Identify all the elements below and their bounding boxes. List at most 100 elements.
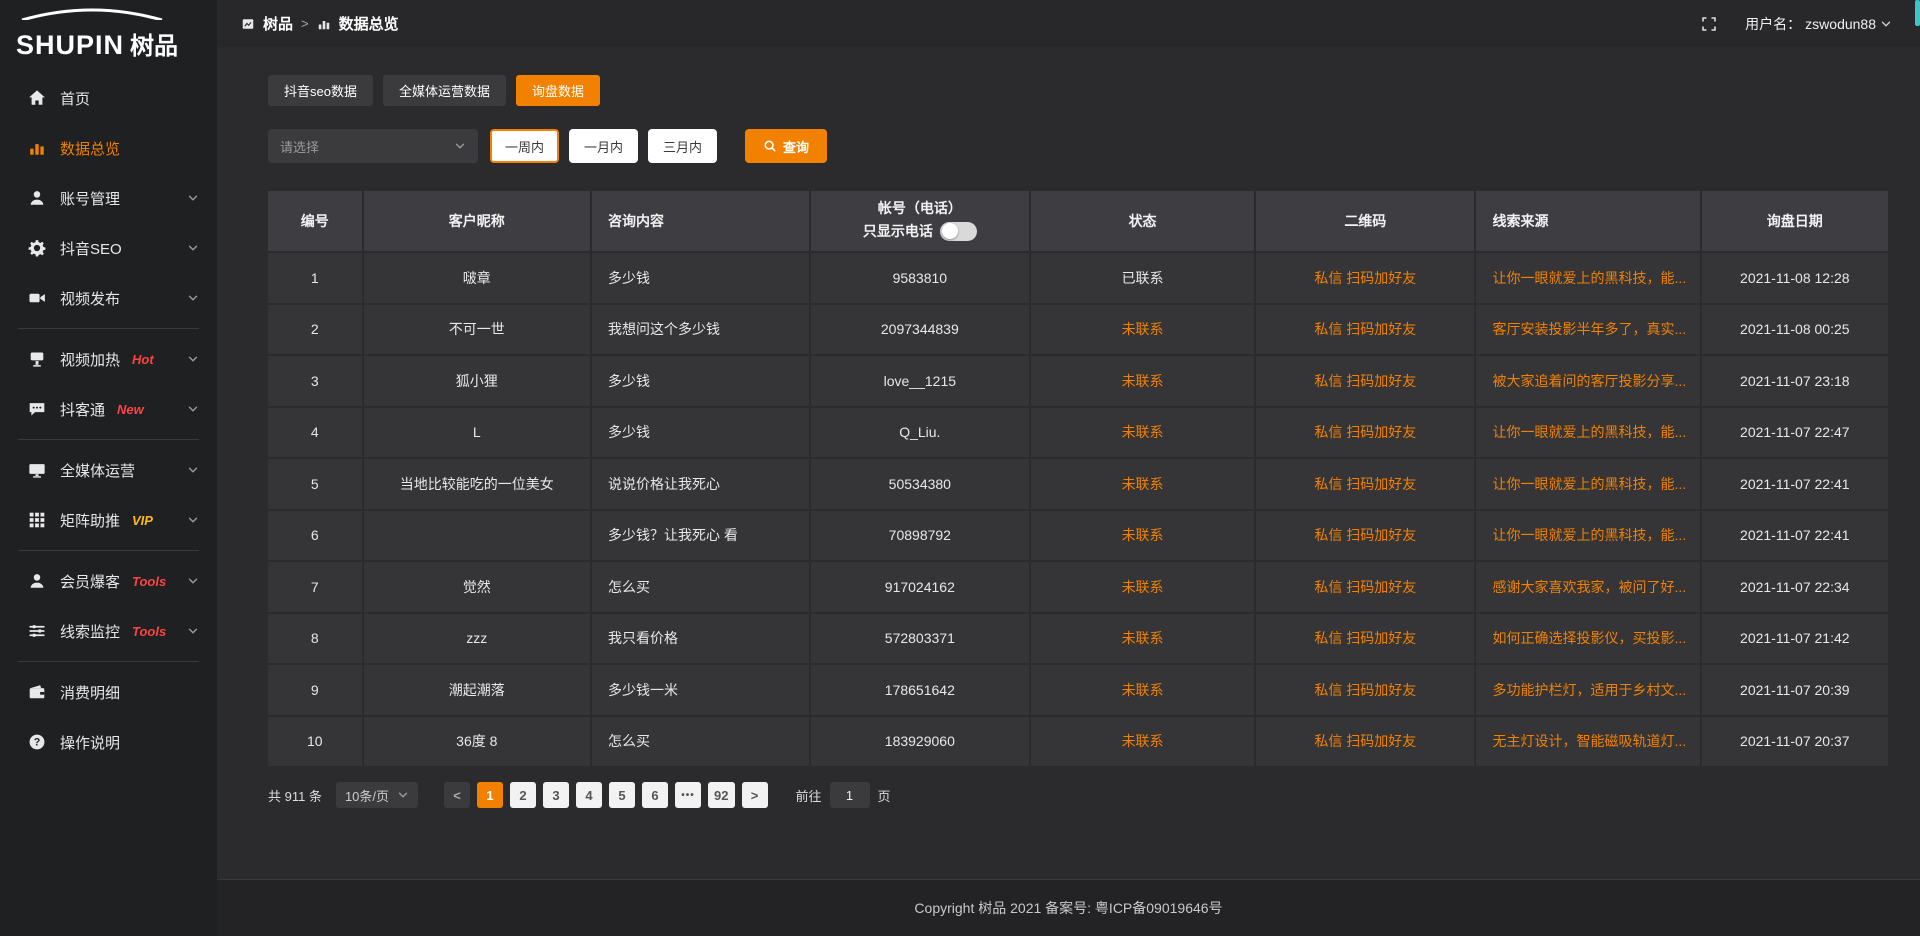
qr-cell[interactable]: 私信 扫码加好友 [1256, 614, 1476, 664]
sliders-icon [28, 622, 46, 640]
page-button-4[interactable]: 4 [576, 782, 602, 808]
qr-cell[interactable]: 私信 扫码加好友 [1256, 356, 1476, 406]
filter-select-placeholder: 请选择 [280, 137, 319, 156]
page-button-1[interactable]: 1 [477, 782, 503, 808]
qr-cell[interactable]: 私信 扫码加好友 [1256, 459, 1476, 509]
tab-omnimedia-data[interactable]: 全媒体运营数据 [383, 75, 506, 106]
source-cell[interactable]: 被大家追着问的客厅投影分享... [1476, 356, 1701, 406]
column-header: 状态 [1031, 191, 1256, 251]
source-cell[interactable]: 让你一眼就爱上的黑科技，能... [1476, 511, 1701, 561]
query-button[interactable]: 查询 [745, 129, 827, 163]
source-cell[interactable]: 客厅安装投影半年多了，真实... [1476, 305, 1701, 355]
content-cell: 我想问这个多少钱 [592, 305, 811, 355]
table-row: 8zzz我只看价格572803371未联系私信 扫码加好友如何正确选择投影仪，买… [268, 614, 1888, 666]
date-cell: 2021-11-07 22:47 [1702, 408, 1888, 458]
tab-inquiry-data[interactable]: 询盘数据 [516, 75, 600, 106]
source-cell[interactable]: 让你一眼就爱上的黑科技，能... [1476, 459, 1701, 509]
source-cell[interactable]: 让你一眼就爱上的黑科技，能... [1476, 408, 1701, 458]
page-button-5[interactable]: 5 [609, 782, 635, 808]
date-cell: 2021-11-07 22:41 [1702, 511, 1888, 561]
qr-cell[interactable]: 私信 扫码加好友 [1256, 562, 1476, 612]
source-cell[interactable]: 如何正确选择投影仪，买投影... [1476, 614, 1701, 664]
sidebar-item-consumption-details[interactable]: 消费明细 [0, 667, 217, 717]
source-cell[interactable]: 多功能护栏灯，适用于乡村文... [1476, 665, 1701, 715]
video-icon [28, 289, 46, 307]
sidebar-item-doukotong[interactable]: 抖客通New [0, 384, 217, 434]
sidebar-item-label: 数据总览 [60, 138, 120, 159]
date-cell: 2021-11-07 23:18 [1702, 356, 1888, 406]
column-header: 编号 [268, 191, 364, 251]
page-button-2[interactable]: 2 [510, 782, 536, 808]
nickname-cell: 觉然 [364, 562, 592, 612]
sidebar-item-member-baoke[interactable]: 会员爆客Tools [0, 556, 217, 606]
tab-douyin-seo-data[interactable]: 抖音seo数据 [268, 75, 373, 106]
phone-toggle-label: 只显示电话 [863, 221, 933, 241]
content-cell: 多少钱？让我死心 看 [592, 511, 811, 561]
column-header: 咨询内容 [592, 191, 811, 251]
sidebar-item-matrix-boost[interactable]: 矩阵助推VIP [0, 495, 217, 545]
badge-tools: Tools [132, 574, 166, 589]
sidebar-item-operation-guide[interactable]: ? 操作说明 [0, 717, 217, 767]
page-size-select[interactable]: 10条/页 [336, 782, 418, 808]
source-cell[interactable]: 无主灯设计，智能磁吸轨道灯... [1476, 717, 1701, 767]
sidebar-item-clue-monitor[interactable]: 线索监控Tools [0, 606, 217, 656]
sidebar-item-data-overview[interactable]: 数据总览 [0, 123, 217, 173]
sidebar-item-omnimedia-operation[interactable]: 全媒体运营 [0, 445, 217, 495]
logo-arc [16, 8, 168, 20]
breadcrumb-root[interactable]: 树品 [263, 13, 293, 34]
qr-cell[interactable]: 私信 扫码加好友 [1256, 305, 1476, 355]
sidebar-item-douyin-seo[interactable]: 抖音SEO [0, 223, 217, 273]
filter-select[interactable]: 请选择 [268, 129, 478, 163]
sidebar-item-video-heating[interactable]: 视频加热 Hot [0, 334, 217, 384]
scrollbar-thumb[interactable] [1915, 0, 1920, 26]
sidebar-item-video-publish[interactable]: 视频发布 [0, 273, 217, 323]
account-cell: 917024162 [811, 562, 1031, 612]
account-cell: 50534380 [811, 459, 1031, 509]
source-cell[interactable]: 感谢大家喜欢我家，被问了好... [1476, 562, 1701, 612]
range-button-1[interactable]: 一月内 [569, 129, 638, 163]
prev-page-button[interactable]: < [444, 782, 470, 808]
content-cell: 多少钱一米 [592, 665, 811, 715]
qr-cell[interactable]: 私信 扫码加好友 [1256, 665, 1476, 715]
page-button-92[interactable]: 92 [708, 782, 734, 808]
inquiry-table: 编号客户昵称咨询内容帐号（电话）只显示电话状态二维码线索来源询盘日期1啵章多少钱… [268, 191, 1888, 768]
range-button-2[interactable]: 三月内 [648, 129, 717, 163]
breadcrumb-current: 数据总览 [339, 13, 399, 34]
table-row: 4L多少钱Q_Liu.未联系私信 扫码加好友让你一眼就爱上的黑科技，能...20… [268, 408, 1888, 460]
table-row: 3狐小狸多少钱love__1215未联系私信 扫码加好友被大家追着问的客厅投影分… [268, 356, 1888, 408]
page-button-3[interactable]: 3 [543, 782, 569, 808]
badge-hot: Hot [132, 352, 154, 367]
page-ellipsis[interactable]: ••• [675, 782, 701, 808]
fullscreen-icon[interactable] [1701, 16, 1717, 32]
source-cell[interactable]: 让你一眼就爱上的黑科技，能... [1476, 253, 1701, 303]
brand-name-en: SHUPIN [16, 30, 124, 61]
sidebar-item-label: 视频加热 [60, 349, 120, 370]
qr-cell[interactable]: 私信 扫码加好友 [1256, 408, 1476, 458]
account-cell: 2097344839 [811, 305, 1031, 355]
sidebar-item-home[interactable]: 首页 [0, 73, 217, 123]
qr-cell[interactable]: 私信 扫码加好友 [1256, 717, 1476, 767]
monitor-icon [28, 461, 46, 479]
qr-cell[interactable]: 私信 扫码加好友 [1256, 253, 1476, 303]
status-cell: 未联系 [1031, 356, 1256, 406]
row-id-cell: 7 [268, 562, 364, 612]
sidebar-item-account-management[interactable]: 账号管理 [0, 173, 217, 223]
chevron-down-icon [397, 789, 409, 801]
column-header: 线索来源 [1476, 191, 1701, 251]
toggle-knob [942, 223, 958, 239]
phone-only-toggle[interactable] [940, 222, 977, 241]
range-button-0[interactable]: 一周内 [490, 129, 559, 163]
page-button-6[interactable]: 6 [642, 782, 668, 808]
account-cell: Q_Liu. [811, 408, 1031, 458]
username-menu[interactable]: 用户名：zswodun88 [1745, 14, 1892, 34]
sidebar-item-label: 操作说明 [60, 732, 120, 753]
svg-text:?: ? [34, 737, 41, 749]
qr-cell[interactable]: 私信 扫码加好友 [1256, 511, 1476, 561]
status-cell: 未联系 [1031, 305, 1256, 355]
next-page-button[interactable]: > [742, 782, 768, 808]
scrollbar[interactable] [1915, 0, 1920, 936]
nickname-cell: 36度 8 [364, 717, 592, 767]
goto-page-input[interactable] [830, 782, 870, 808]
brand-name-cn: 树品 [130, 26, 178, 61]
content-cell: 我只看价格 [592, 614, 811, 664]
